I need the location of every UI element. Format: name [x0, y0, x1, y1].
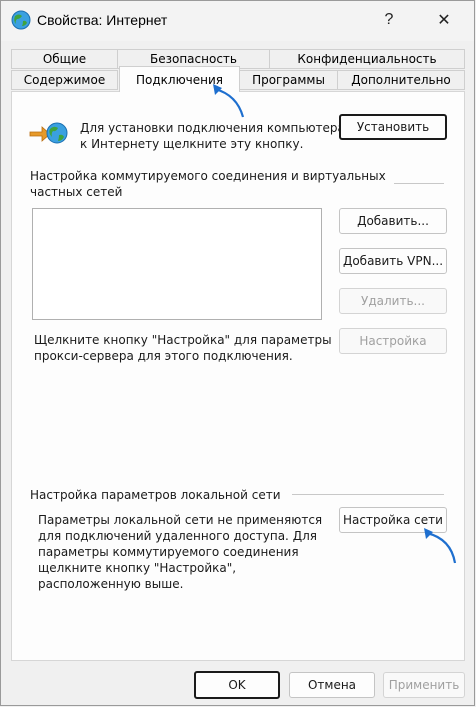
- window-title: Свойства: Интернет: [37, 12, 168, 28]
- tab-general[interactable]: Общие: [11, 49, 118, 69]
- tab-content[interactable]: Содержимое: [11, 70, 118, 90]
- close-button[interactable]: ✕: [422, 5, 466, 35]
- annotation-arrow-tab-icon: [213, 84, 245, 118]
- annotation-arrow-lan-icon: [424, 528, 457, 564]
- connections-panel: Для установки подключения компьютера к И…: [11, 91, 465, 661]
- setup-line-1: Для установки подключения компьютера: [80, 121, 345, 135]
- add-button[interactable]: Добавить...: [339, 208, 447, 234]
- setup-description: Для установки подключения компьютера к И…: [80, 120, 345, 152]
- add-vpn-button[interactable]: Добавить VPN...: [339, 248, 447, 274]
- title-bar[interactable]: Свойства: Интернет ? ✕: [1, 1, 474, 41]
- internet-properties-window: Свойства: Интернет ? ✕ Общие Безопасност…: [0, 0, 475, 706]
- lan-description: Параметры локальной сети не применяются …: [38, 512, 322, 592]
- lan-desc-line-5: расположенную выше.: [38, 577, 184, 591]
- lan-desc-line-2: для подключений удаленного доступа. Для: [38, 529, 317, 543]
- tab-programs[interactable]: Программы: [239, 70, 338, 90]
- remove-button[interactable]: Удалить...: [339, 288, 447, 314]
- cancel-button[interactable]: Отмена: [289, 672, 375, 698]
- dialup-separator: [394, 183, 444, 184]
- setup-connection-icon: [29, 122, 68, 144]
- dialup-heading-line-1: Настройка коммутируемого соединения и ви…: [30, 169, 386, 183]
- proxy-hint: Щелкните кнопку "Настройка" для параметр…: [34, 332, 332, 364]
- tab-privacy[interactable]: Конфиденциальность: [269, 49, 465, 69]
- dialup-heading-line-2: частных сетей: [30, 185, 123, 199]
- proxy-hint-line-2: прокси-сервера для этого подключения.: [34, 349, 293, 363]
- ok-button[interactable]: OK: [194, 671, 280, 699]
- dialup-vpn-heading: Настройка коммутируемого соединения и ви…: [30, 168, 386, 200]
- lan-desc-line-3: параметры коммутируемого соединения: [38, 545, 299, 559]
- proxy-hint-line-1: Щелкните кнопку "Настройка" для параметр…: [34, 333, 332, 347]
- setup-line-2: к Интернету щелкните эту кнопку.: [80, 137, 304, 151]
- internet-globe-icon: [11, 10, 31, 30]
- lan-separator: [292, 494, 444, 495]
- lan-heading: Настройка параметров локальной сети: [30, 488, 281, 502]
- lan-desc-line-4: щелкните кнопку "Настройка",: [38, 561, 237, 575]
- tab-advanced[interactable]: Дополнительно: [337, 70, 465, 90]
- apply-button[interactable]: Применить: [383, 672, 465, 698]
- settings-button[interactable]: Настройка: [339, 328, 447, 354]
- connections-list[interactable]: [32, 208, 322, 320]
- setup-button[interactable]: Установить: [339, 114, 447, 140]
- lan-desc-line-1: Параметры локальной сети не применяются: [38, 513, 323, 527]
- help-button[interactable]: ?: [367, 5, 411, 35]
